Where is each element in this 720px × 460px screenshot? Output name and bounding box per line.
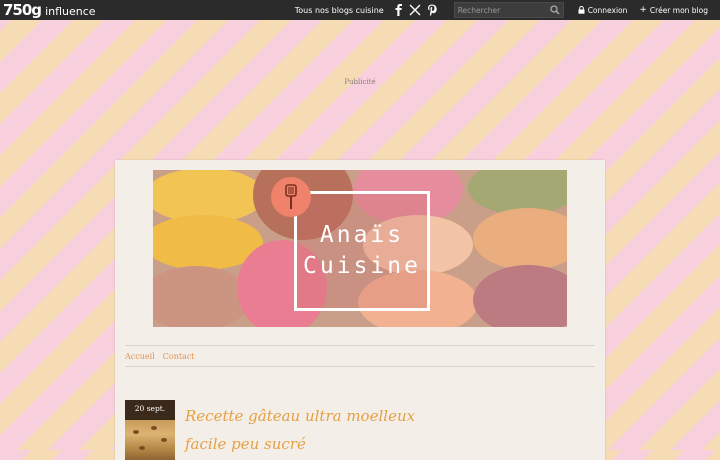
- blog-banner[interactable]: Anaïs Cuisine: [153, 170, 567, 327]
- top-bar: 750g influence Tous nos blogs cuisine Re…: [0, 0, 720, 20]
- blog-title-box: Anaïs Cuisine: [294, 191, 430, 311]
- search-icon[interactable]: [550, 5, 560, 15]
- nav-contact-link[interactable]: Contact: [163, 352, 195, 361]
- social-links: [394, 4, 443, 16]
- login-label: Connexion: [587, 5, 628, 15]
- cake-crumb: [133, 430, 139, 434]
- cake-image: [125, 420, 175, 460]
- blog-card: Anaïs Cuisine Accueil Contact 20 sept. R…: [115, 160, 605, 460]
- ad-label: Publicité: [344, 78, 376, 86]
- all-blogs-link[interactable]: Tous nos blogs cuisine: [295, 6, 384, 15]
- x-icon[interactable]: [409, 4, 421, 16]
- blog-nav: Accueil Contact: [125, 345, 595, 367]
- site-logo[interactable]: 750g influence: [3, 1, 96, 19]
- spatula-icon: [271, 177, 311, 217]
- cake-crumb: [139, 446, 145, 450]
- search-box: [453, 2, 564, 18]
- nav-home-link[interactable]: Accueil: [125, 352, 155, 361]
- create-blog-link[interactable]: + Créer mon blog: [639, 5, 708, 15]
- logo-word: influence: [45, 5, 96, 18]
- post-preview: 20 sept. Recette gâteau ultra moelleux f…: [125, 400, 595, 460]
- blog-title-line-2: Cuisine: [303, 253, 421, 279]
- logo-number: 750g: [3, 1, 42, 19]
- search-input[interactable]: [454, 5, 546, 15]
- create-blog-label: Créer mon blog: [649, 5, 708, 15]
- cake-crumb: [161, 438, 167, 442]
- login-link[interactable]: Connexion: [578, 5, 628, 15]
- plus-icon: +: [639, 5, 647, 15]
- lock-icon: [578, 6, 585, 14]
- top-nav: Tous nos blogs cuisine Connex: [295, 0, 720, 20]
- post-date: 20 sept.: [134, 404, 166, 413]
- facebook-icon[interactable]: [394, 4, 403, 16]
- pinterest-icon[interactable]: [427, 4, 437, 16]
- post-thumbnail[interactable]: 20 sept.: [125, 400, 175, 460]
- cake-crumb: [151, 426, 157, 430]
- blog-title-line-1: Anaïs: [319, 222, 405, 248]
